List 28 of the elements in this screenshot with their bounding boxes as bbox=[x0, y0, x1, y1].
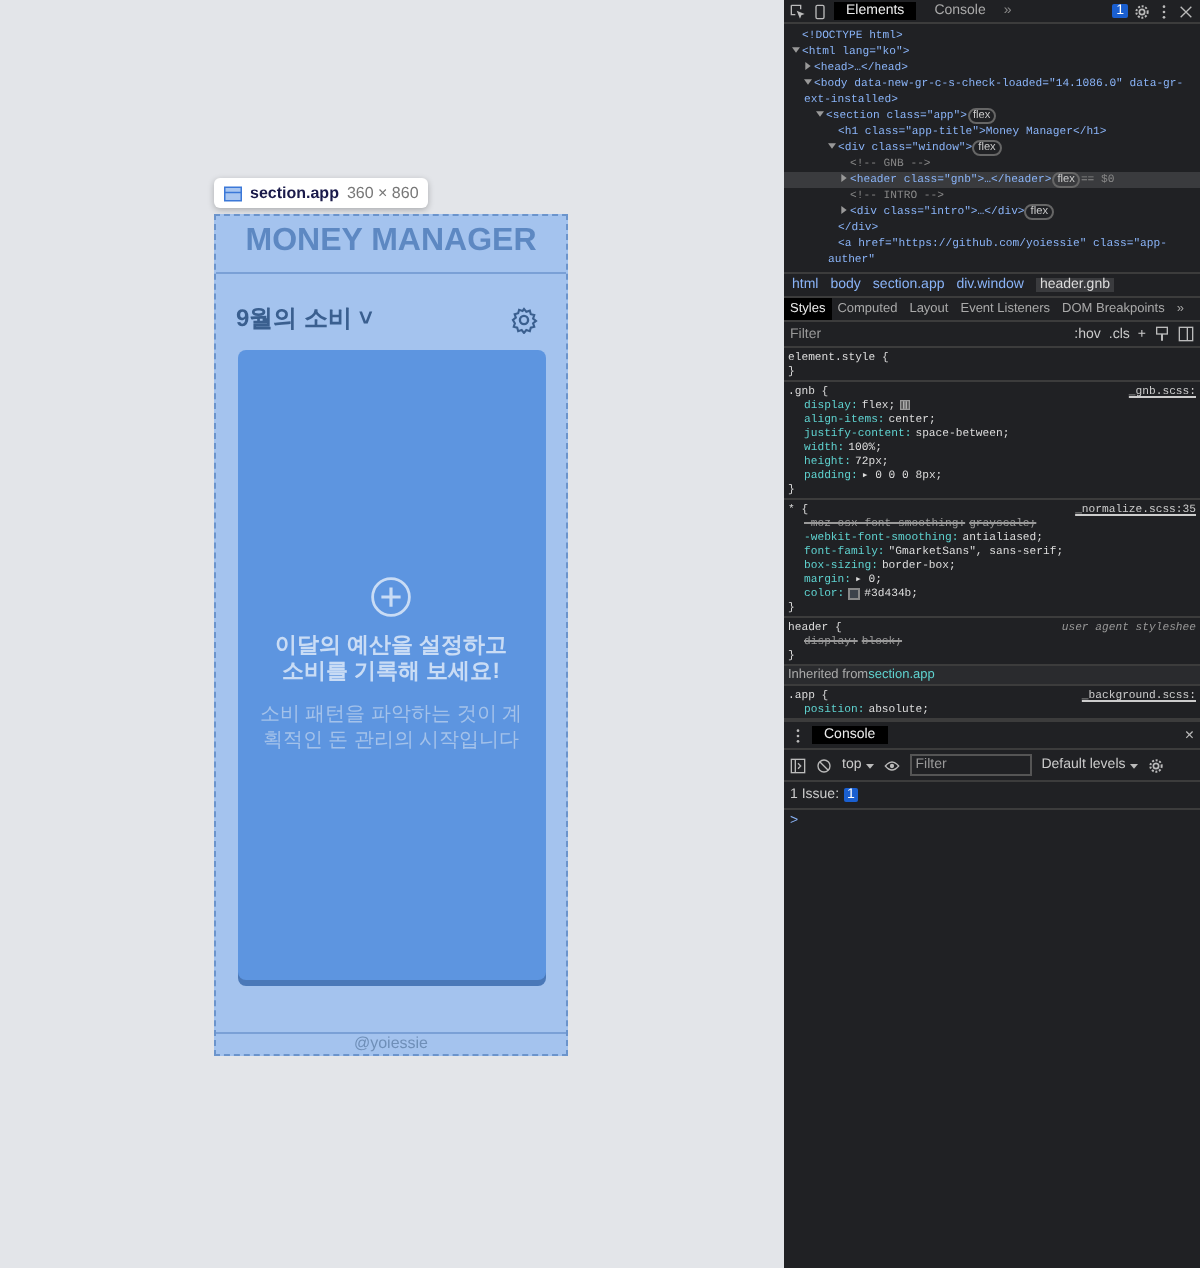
close-drawer-button[interactable]: × bbox=[1184, 726, 1194, 744]
card-heading: 이달의 예산을 설정하고 소비를 기록해 보세요! bbox=[272, 634, 510, 686]
expand-arrow-icon[interactable] bbox=[828, 142, 836, 150]
settings-icon[interactable] bbox=[1147, 757, 1164, 773]
eye-icon[interactable] bbox=[883, 757, 900, 773]
sidebar-icon[interactable] bbox=[1178, 326, 1194, 342]
app-title: MONEY MANAGER bbox=[245, 222, 537, 262]
layout-icon bbox=[224, 185, 242, 201]
close-icon[interactable] bbox=[1178, 3, 1194, 19]
sidebar-icon[interactable] bbox=[790, 757, 806, 773]
card-subtext: 소비 패턴을 파악하는 것이 계획적인 돈 관리의 시작입니다 bbox=[257, 702, 525, 754]
paint-icon[interactable] bbox=[1154, 326, 1170, 342]
month-title[interactable]: 9월의 소비 ˅ bbox=[236, 302, 373, 336]
color-swatch[interactable] bbox=[848, 587, 861, 599]
flexbox-editor-icon[interactable] bbox=[899, 400, 910, 410]
expand-arrow-icon[interactable] bbox=[816, 110, 824, 118]
caret-icon bbox=[1129, 761, 1138, 769]
settings-icon[interactable] bbox=[510, 305, 538, 333]
clear-icon[interactable] bbox=[816, 757, 832, 773]
tooltip-selector: section.app bbox=[250, 184, 339, 202]
caret-icon bbox=[865, 761, 874, 769]
tooltip-size: 360 × 860 bbox=[346, 184, 419, 202]
expand-arrow-icon[interactable] bbox=[840, 174, 848, 182]
add-icon bbox=[370, 576, 412, 618]
device-icon[interactable] bbox=[812, 3, 828, 19]
expand-arrow-icon[interactable] bbox=[840, 206, 848, 214]
inspect-icon[interactable] bbox=[790, 3, 806, 19]
settings-icon[interactable] bbox=[1134, 3, 1150, 19]
